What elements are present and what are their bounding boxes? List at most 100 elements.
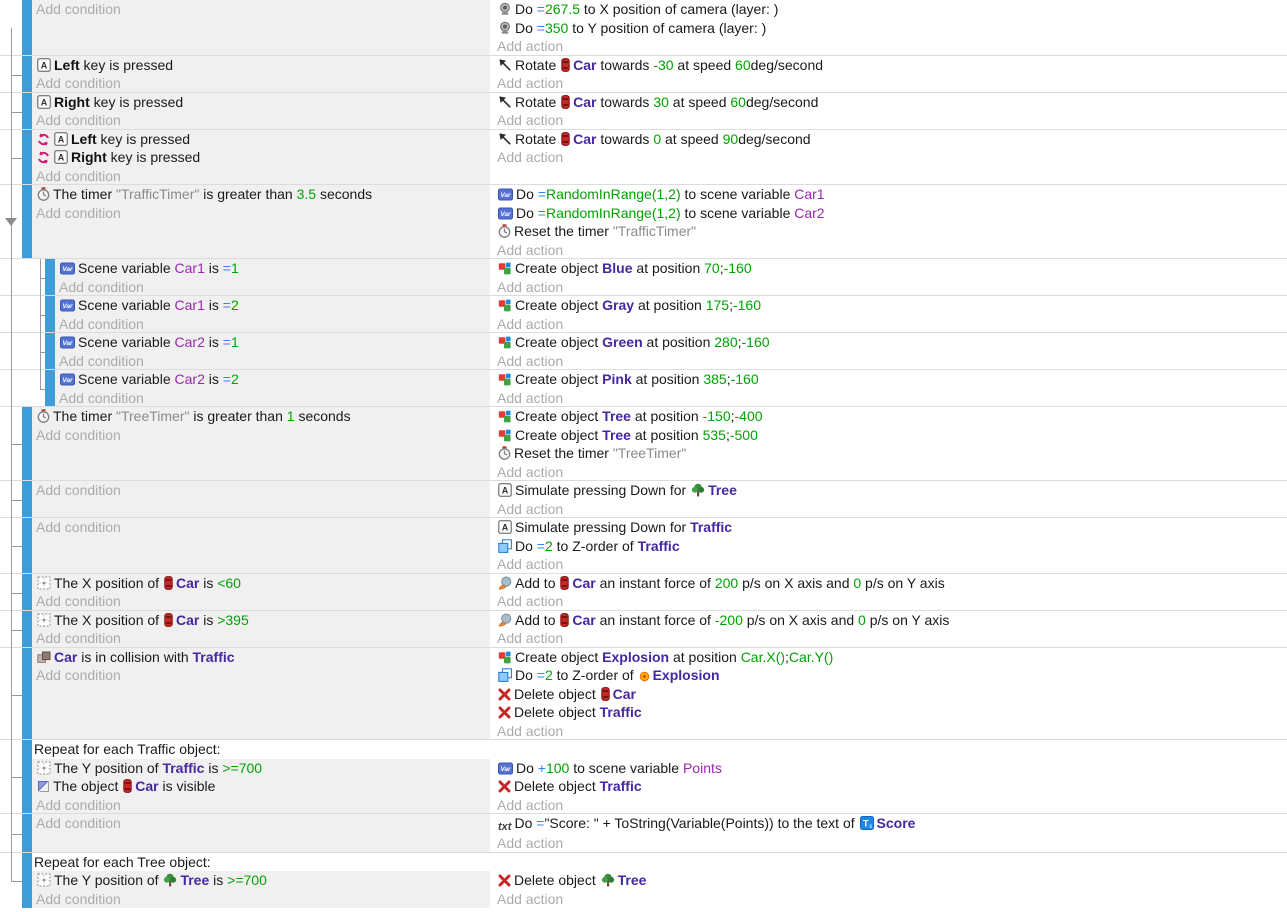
conditions-cell[interactable]: ALeft key is pressedARight key is presse… — [32, 130, 490, 186]
actions-cell[interactable]: ASimulate pressing Down for TreeAdd acti… — [493, 481, 1287, 518]
actions-cell[interactable]: Create object Gray at position 175;-160A… — [493, 296, 1287, 333]
action[interactable]: Create object Pink at position 385;-160 — [497, 370, 1287, 389]
action[interactable]: txtDo ="Score: " + ToString(Variable(Poi… — [497, 814, 1287, 834]
add-action-button[interactable]: Add action — [497, 352, 1287, 371]
action[interactable]: Do =2 to Z-order of Explosion — [497, 666, 1287, 685]
add-action-button[interactable]: Add action — [497, 148, 1287, 167]
add-condition-button[interactable]: Add condition — [36, 0, 490, 19]
conditions-cell[interactable]: VarScene variable Car2 is =2Add conditio… — [55, 370, 490, 407]
event-highlight-bar[interactable] — [22, 0, 32, 56]
event-row[interactable]: The timer "TrafficTimer" is greater than… — [0, 185, 1287, 259]
event-row[interactable]: Add condition txtDo ="Score: " + ToString… — [0, 814, 1287, 853]
event-highlight-bar[interactable] — [22, 740, 32, 814]
add-condition-button[interactable]: Add condition — [36, 518, 490, 537]
actions-cell[interactable]: txtDo ="Score: " + ToString(Variable(Poi… — [493, 814, 1287, 853]
actions-cell[interactable]: Add to Car an instant force of -200 p/s … — [493, 611, 1287, 648]
add-action-button[interactable]: Add action — [497, 834, 1287, 853]
add-condition-button[interactable]: Add condition — [36, 204, 490, 223]
conditions-cell[interactable]: VarScene variable Car1 is =2Add conditio… — [55, 296, 490, 333]
add-action-button[interactable]: Add action — [497, 555, 1287, 574]
add-action-button[interactable]: Add action — [497, 463, 1287, 482]
condition[interactable]: ALeft key is pressed — [36, 56, 490, 75]
event-highlight-bar[interactable] — [22, 56, 32, 93]
event-highlight-bar[interactable] — [22, 130, 32, 186]
conditions-cell[interactable]: Add condition — [32, 814, 490, 853]
add-action-button[interactable]: Add action — [497, 722, 1287, 741]
action[interactable]: Create object Gray at position 175;-160 — [497, 296, 1287, 315]
event-row[interactable]: VarScene variable Car2 is =1Add conditio… — [0, 333, 1287, 370]
actions-cell[interactable]: Do =267.5 to X position of camera (layer… — [493, 0, 1287, 56]
event-highlight-bar[interactable] — [22, 814, 32, 853]
action[interactable]: Rotate Car towards -30 at speed 60deg/se… — [497, 56, 1287, 75]
add-action-button[interactable]: Add action — [497, 629, 1287, 648]
actions-cell[interactable]: Create object Green at position 280;-160… — [493, 333, 1287, 370]
conditions-cell[interactable]: Add condition — [32, 518, 490, 574]
actions-cell[interactable]: Rotate Car towards -30 at speed 60deg/se… — [493, 56, 1287, 93]
event-row[interactable]: VarScene variable Car2 is =2Add conditio… — [0, 370, 1287, 407]
conditions-cell[interactable]: Add condition — [32, 0, 490, 56]
actions-cell[interactable]: Create object Tree at position -150;-400… — [493, 407, 1287, 481]
add-action-button[interactable]: Add action — [497, 74, 1287, 93]
add-action-button[interactable]: Add action — [497, 278, 1287, 297]
action[interactable]: Reset the timer "TrafficTimer" — [497, 222, 1287, 241]
actions-cell[interactable]: Create object Blue at position 70;-160Ad… — [493, 259, 1287, 296]
action[interactable]: ASimulate pressing Down for Traffic — [497, 518, 1287, 537]
event-highlight-bar[interactable] — [45, 296, 55, 333]
action[interactable]: Do =350 to Y position of camera (layer: … — [497, 19, 1287, 38]
add-condition-button[interactable]: Add condition — [36, 481, 490, 500]
add-condition-button[interactable]: Add condition — [36, 592, 490, 611]
condition[interactable]: Car is in collision with Traffic — [36, 648, 490, 667]
add-condition-button[interactable]: Add condition — [59, 352, 490, 371]
condition[interactable]: VarScene variable Car1 is =1 — [59, 259, 490, 278]
conditions-cell[interactable]: The Y position of Tree is >=700Add condi… — [32, 871, 490, 908]
actions-cell[interactable]: ASimulate pressing Down for TrafficDo =2… — [493, 518, 1287, 574]
add-condition-button[interactable]: Add condition — [59, 315, 490, 334]
add-action-button[interactable]: Add action — [497, 500, 1287, 519]
add-condition-button[interactable]: Add condition — [36, 629, 490, 648]
event-highlight-bar[interactable] — [45, 259, 55, 296]
conditions-cell[interactable]: Add condition — [32, 481, 490, 518]
event-row[interactable]: Add conditionDo =267.5 to X position of … — [0, 0, 1287, 56]
repeat-event-header[interactable]: Repeat for each Traffic object: — [32, 740, 1287, 759]
event-highlight-bar[interactable] — [22, 185, 32, 259]
condition[interactable]: The X position of Car is >395 — [36, 611, 490, 630]
conditions-cell[interactable]: The Y position of Traffic is >=700The ob… — [32, 759, 490, 815]
event-highlight-bar[interactable] — [22, 407, 32, 481]
event-highlight-bar[interactable] — [22, 518, 32, 574]
condition[interactable]: The Y position of Traffic is >=700 — [36, 759, 490, 778]
event-row[interactable]: Repeat for each Traffic object:The Y pos… — [0, 740, 1287, 814]
condition[interactable]: VarScene variable Car2 is =1 — [59, 333, 490, 352]
action[interactable]: Delete object Traffic — [497, 777, 1287, 796]
actions-cell[interactable]: Create object Pink at position 385;-160A… — [493, 370, 1287, 407]
add-condition-button[interactable]: Add condition — [36, 666, 490, 685]
event-highlight-bar[interactable] — [45, 333, 55, 370]
action[interactable]: Add to Car an instant force of -200 p/s … — [497, 611, 1287, 630]
event-row[interactable]: Repeat for each Tree object:The Y positi… — [0, 853, 1287, 909]
actions-cell[interactable]: Add to Car an instant force of 200 p/s o… — [493, 574, 1287, 611]
add-action-button[interactable]: Add action — [497, 389, 1287, 408]
action[interactable]: Reset the timer "TreeTimer" — [497, 444, 1287, 463]
actions-cell[interactable]: Rotate Car towards 30 at speed 60deg/sec… — [493, 93, 1287, 130]
conditions-cell[interactable]: ARight key is pressedAdd condition — [32, 93, 490, 130]
add-condition-button[interactable]: Add condition — [36, 796, 490, 815]
actions-cell[interactable]: Create object Explosion at position Car.… — [493, 648, 1287, 741]
add-action-button[interactable]: Add action — [497, 315, 1287, 334]
event-row[interactable]: The X position of Car is <60Add conditio… — [0, 574, 1287, 611]
add-action-button[interactable]: Add action — [497, 890, 1287, 909]
event-row[interactable]: VarScene variable Car1 is =2Add conditio… — [0, 296, 1287, 333]
event-highlight-bar[interactable] — [22, 574, 32, 611]
condition[interactable]: The Y position of Tree is >=700 — [36, 871, 490, 890]
add-action-button[interactable]: Add action — [497, 111, 1287, 130]
event-highlight-bar[interactable] — [45, 370, 55, 407]
action[interactable]: Create object Blue at position 70;-160 — [497, 259, 1287, 278]
event-row[interactable]: Add conditionASimulate pressing Down for… — [0, 518, 1287, 574]
action[interactable]: Add to Car an instant force of 200 p/s o… — [497, 574, 1287, 593]
event-row[interactable]: VarScene variable Car1 is =1Add conditio… — [0, 259, 1287, 296]
add-action-button[interactable]: Add action — [497, 592, 1287, 611]
condition[interactable]: The object Car is visible — [36, 777, 490, 796]
add-condition-button[interactable]: Add condition — [36, 111, 490, 130]
actions-cell[interactable]: VarDo +100 to scene variable PointsDelet… — [493, 759, 1287, 815]
condition[interactable]: VarScene variable Car2 is =2 — [59, 370, 490, 389]
condition[interactable]: The X position of Car is <60 — [36, 574, 490, 593]
action[interactable]: Create object Tree at position -150;-400 — [497, 407, 1287, 426]
